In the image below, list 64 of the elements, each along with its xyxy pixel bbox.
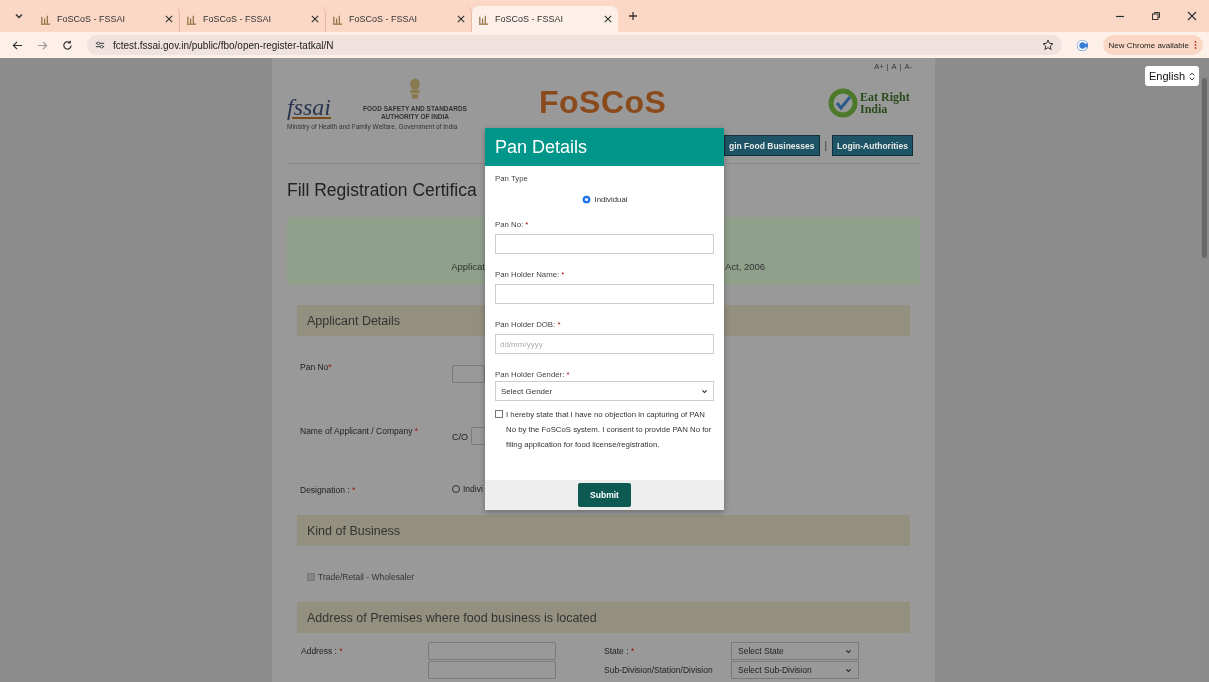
site-settings-icon[interactable] bbox=[95, 40, 105, 50]
browser-tab[interactable]: FoSCoS - FSSAI bbox=[472, 6, 618, 32]
back-arrow-icon[interactable] bbox=[12, 39, 23, 51]
field-label: Sub-Division/Station/Division bbox=[604, 665, 714, 675]
fssai-logo: fssai bbox=[287, 93, 331, 121]
eat-right-logo-text: Eat Right India bbox=[860, 90, 911, 115]
login-button[interactable]: Login-Authorities bbox=[832, 135, 913, 156]
chart-icon bbox=[40, 13, 51, 25]
eat-right-logo-icon bbox=[828, 87, 858, 118]
extension-icon[interactable] bbox=[1075, 38, 1089, 52]
update-button[interactable]: New Chrome available bbox=[1102, 35, 1203, 55]
gender-select[interactable]: Select Gender bbox=[495, 381, 714, 401]
subdivision-select[interactable]: Select Sub-Division bbox=[731, 661, 859, 679]
checkbox[interactable] bbox=[495, 410, 503, 418]
login-button[interactable]: gin Food Businesses bbox=[724, 135, 820, 156]
more-vertical-icon bbox=[1194, 40, 1197, 50]
chart-icon bbox=[332, 13, 343, 25]
notice-text: Act, 2006 bbox=[724, 261, 767, 272]
chart-icon bbox=[186, 13, 197, 25]
reload-icon[interactable] bbox=[62, 39, 73, 51]
radio-label: Indivi bbox=[463, 483, 483, 494]
checkbox-label: Trade/Retail - Wholesaler bbox=[318, 572, 415, 582]
text-input[interactable] bbox=[495, 284, 714, 304]
dialog-title: Pan Details bbox=[495, 136, 588, 158]
close-icon[interactable] bbox=[457, 15, 465, 23]
pan-input[interactable] bbox=[452, 365, 485, 383]
url-text: fctest.fssai.gov.in/public/fbo/open-register-tatkal/N bbox=[113, 39, 335, 51]
chart-icon bbox=[478, 13, 489, 25]
field-label: Name of Applicant / Company * bbox=[300, 426, 420, 438]
language-select[interactable]: English bbox=[1145, 66, 1199, 86]
section-title: Applicant Details bbox=[307, 313, 401, 328]
updown-icon bbox=[1189, 71, 1196, 81]
state-select[interactable]: Select State bbox=[731, 642, 859, 660]
address-input[interactable] bbox=[428, 661, 556, 679]
field-label: State : * bbox=[604, 646, 636, 656]
text-input[interactable]: dd/mm/yyyy bbox=[495, 334, 714, 354]
close-icon[interactable] bbox=[604, 15, 612, 23]
text-input[interactable] bbox=[495, 234, 714, 254]
close-icon[interactable] bbox=[165, 15, 173, 23]
radio-button[interactable] bbox=[581, 195, 591, 204]
star-icon[interactable] bbox=[1041, 39, 1054, 51]
page-title: Fill Registration Certifica bbox=[287, 180, 477, 201]
field-label: Address : * bbox=[301, 646, 344, 656]
address-bar[interactable]: fctest.fssai.gov.in/public/fbo/open-register-tatkal/N bbox=[87, 35, 1062, 55]
chevron-down-icon bbox=[845, 647, 852, 655]
chevron-down-icon bbox=[701, 387, 708, 395]
co-label: C/O bbox=[452, 432, 468, 442]
field-label: Pan No* bbox=[300, 362, 333, 374]
chevron-down-icon[interactable] bbox=[14, 11, 24, 21]
close-icon[interactable] bbox=[311, 15, 319, 23]
chevron-down-icon bbox=[845, 666, 852, 674]
submit-button[interactable]: Submit bbox=[578, 483, 631, 507]
separator: | bbox=[824, 140, 828, 151]
address-input[interactable] bbox=[428, 642, 556, 660]
close-icon[interactable] bbox=[1187, 11, 1197, 21]
notice-text: Applicat bbox=[450, 261, 485, 272]
section-title: Address of Premises where food business is located bbox=[307, 610, 597, 625]
restore-icon[interactable] bbox=[1151, 11, 1161, 21]
plus-icon[interactable] bbox=[628, 11, 638, 21]
field-label: Designation : * bbox=[300, 485, 357, 495]
emblem-icon bbox=[407, 76, 423, 102]
section-title: Kind of Business bbox=[307, 523, 401, 538]
foscos-logo: FoSCoS bbox=[539, 84, 667, 122]
forward-arrow-icon[interactable] bbox=[37, 39, 48, 51]
